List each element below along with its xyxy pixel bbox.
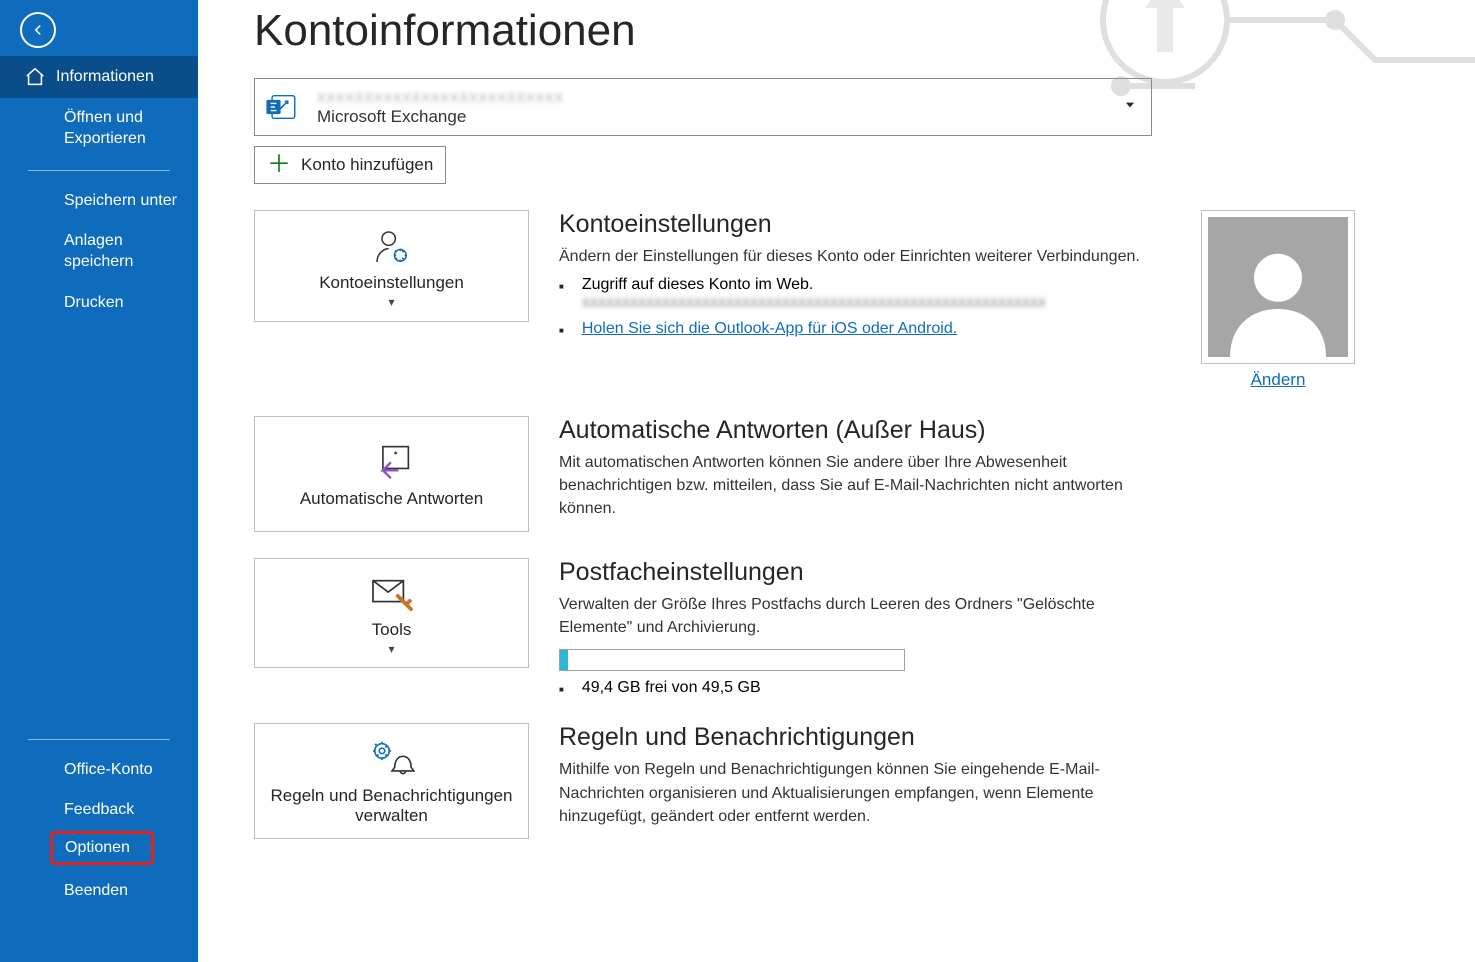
storage-text: 49,4 GB frei von 49,5 GB <box>582 679 761 697</box>
card-label: Automatische Antworten <box>300 489 483 509</box>
section-description: Verwalten der Größe Ihres Postfachs durc… <box>559 593 1159 639</box>
auto-reply-button[interactable]: Automatische Antworten <box>254 416 529 532</box>
storage-progress-bar <box>559 649 905 671</box>
account-settings-button[interactable]: Kontoeinstellungen ▾ <box>254 210 529 322</box>
section-title: Postfacheinstellungen <box>559 558 1159 587</box>
tools-button[interactable]: Tools ▾ <box>254 558 529 668</box>
sidebar-item-print[interactable]: Drucken <box>0 283 198 324</box>
back-button[interactable] <box>20 12 56 48</box>
web-url-redacted: xxxxxxxxxxxxxxxxxxxxxxxxxxxxxxxxxxxxxxxx… <box>582 294 1159 312</box>
card-label: Kontoeinstellungen <box>319 273 464 293</box>
arrow-left-icon <box>29 21 47 39</box>
add-account-label: Konto hinzufügen <box>301 155 433 175</box>
exchange-icon <box>265 90 299 124</box>
person-silhouette-icon <box>1218 237 1338 357</box>
account-type: Microsoft Exchange <box>317 107 564 127</box>
sidebar-item-label: Optionen <box>65 839 130 856</box>
change-avatar-link[interactable]: Ändern <box>1251 370 1306 390</box>
sidebar-item-label: Feedback <box>64 800 134 821</box>
plus-icon: ＋ <box>267 153 291 177</box>
account-email-redacted: xxxxxxxxxxxxxxxxxxxxxxxxxx <box>317 87 564 107</box>
home-icon <box>24 66 46 88</box>
section-title: Regeln und Benachrichtigungen <box>559 723 1159 752</box>
sidebar-item-save-as[interactable]: Speichern unter <box>0 181 198 222</box>
section-description: Mit automatischen Antworten können Sie a… <box>559 451 1159 521</box>
bullet-icon: ■ <box>559 326 564 335</box>
person-gear-icon <box>372 227 412 267</box>
page-title: Kontoinformationen <box>254 6 1435 56</box>
bullet-icon: ■ <box>559 282 564 291</box>
rules-bell-icon <box>369 740 415 780</box>
sidebar-item-label: Anlagen speichern <box>64 231 184 273</box>
sidebar-item-label: Informationen <box>56 67 154 88</box>
sidebar-item-options[interactable]: Optionen <box>50 831 154 865</box>
sidebar-item-label: Speichern unter <box>64 191 177 212</box>
sidebar-separator <box>28 170 170 171</box>
rules-button[interactable]: Regeln und Benachrichtigungen verwalten <box>254 723 529 839</box>
backstage-sidebar: Informationen Öffnen und Exportieren Spe… <box>0 0 198 962</box>
section-title: Automatische Antworten (Außer Haus) <box>559 416 1159 445</box>
card-label: Regeln und Benachrichtigungen verwalten <box>261 786 522 826</box>
sidebar-item-label: Drucken <box>64 293 124 314</box>
get-app-link[interactable]: Holen Sie sich die Outlook-App für iOS o… <box>582 320 957 338</box>
chevron-down-icon: ▾ <box>388 295 394 309</box>
bullet-icon: ■ <box>559 685 564 694</box>
sidebar-separator <box>28 739 170 740</box>
section-description: Mithilfe von Regeln und Benachrichtigung… <box>559 758 1159 828</box>
chevron-down-icon: ▾ <box>388 642 394 656</box>
sidebar-item-label: Office-Konto <box>64 760 153 781</box>
account-dropdown[interactable]: xxxxxxxxxxxxxxxxxxxxxxxxxx Microsoft Exc… <box>254 78 1152 136</box>
section-title: Kontoeinstellungen <box>559 210 1159 239</box>
add-account-button[interactable]: ＋ Konto hinzufügen <box>254 146 446 184</box>
sidebar-item-office-account[interactable]: Office-Konto <box>0 750 198 791</box>
chevron-down-icon <box>1123 98 1137 117</box>
sidebar-item-label: Beenden <box>64 881 128 902</box>
envelope-reply-icon <box>370 443 414 483</box>
sidebar-item-feedback[interactable]: Feedback <box>0 790 198 831</box>
web-access-text: Zugriff auf dieses Konto im Web. <box>582 276 1159 294</box>
sidebar-item-exit[interactable]: Beenden <box>0 871 198 912</box>
section-description: Ändern der Einstellungen für dieses Kont… <box>559 245 1159 268</box>
card-label: Tools <box>372 620 412 640</box>
sidebar-item-save-attachments[interactable]: Anlagen speichern <box>0 221 198 283</box>
sidebar-item-open-export[interactable]: Öffnen und Exportieren <box>0 98 198 160</box>
sidebar-item-label: Öffnen und Exportieren <box>64 108 184 150</box>
main-content: Kontoinformationen xxxxxxxxxxxxxxxxxxxxx… <box>198 0 1475 962</box>
mailbox-tools-icon <box>369 574 415 614</box>
storage-progress-fill <box>560 650 568 670</box>
profile-avatar <box>1201 210 1355 364</box>
sidebar-item-informationen[interactable]: Informationen <box>0 56 198 98</box>
